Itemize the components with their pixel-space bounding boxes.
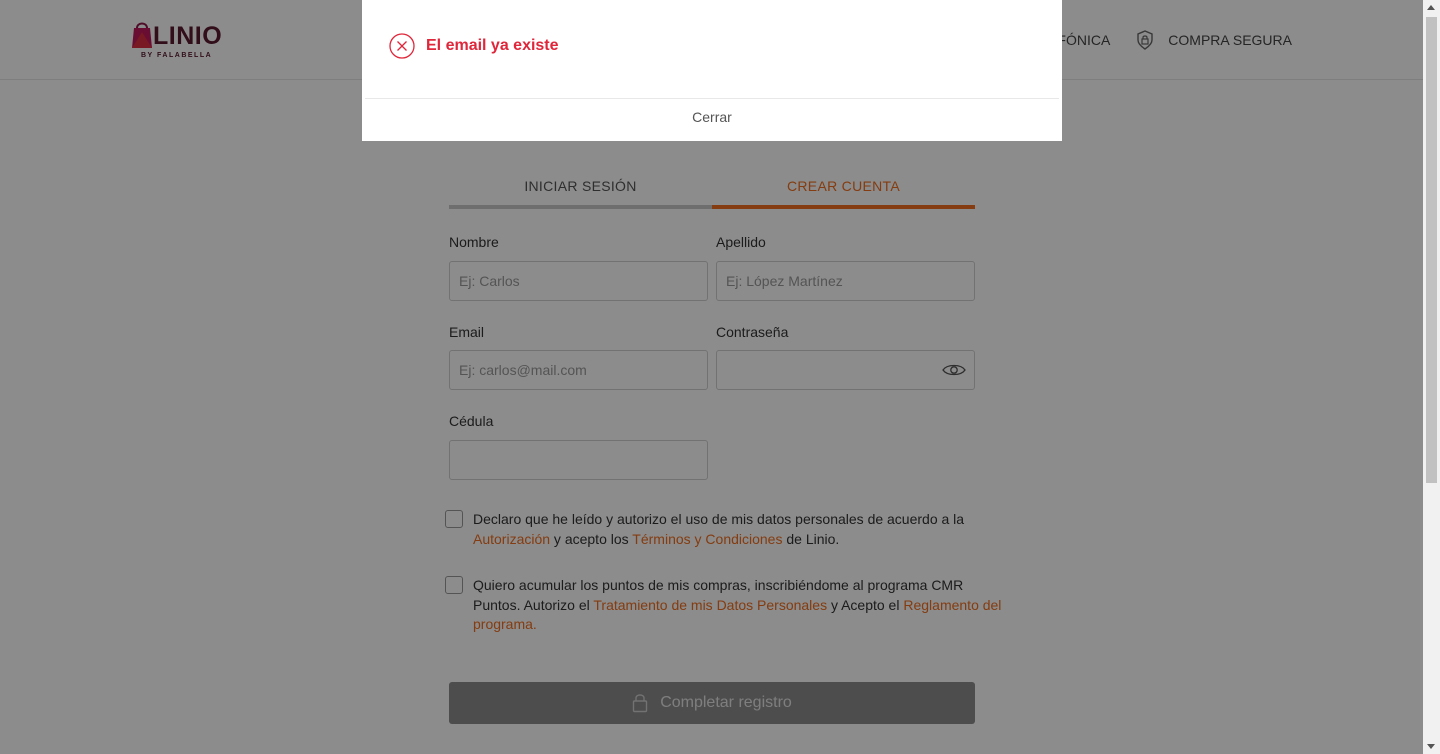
scroll-thumb[interactable] bbox=[1426, 17, 1437, 483]
close-modal-button[interactable]: Cerrar bbox=[362, 109, 1062, 125]
error-circle-icon bbox=[389, 33, 415, 59]
error-message-text: El email ya existe bbox=[426, 37, 559, 54]
error-message: El email ya existe bbox=[389, 33, 559, 59]
scroll-up-arrow-icon[interactable] bbox=[1427, 5, 1435, 10]
page-scrollbar[interactable] bbox=[1423, 0, 1440, 754]
scroll-down-arrow-icon[interactable] bbox=[1427, 744, 1435, 749]
error-modal: El email ya existe Cerrar bbox=[362, 0, 1062, 141]
modal-divider bbox=[365, 98, 1059, 99]
